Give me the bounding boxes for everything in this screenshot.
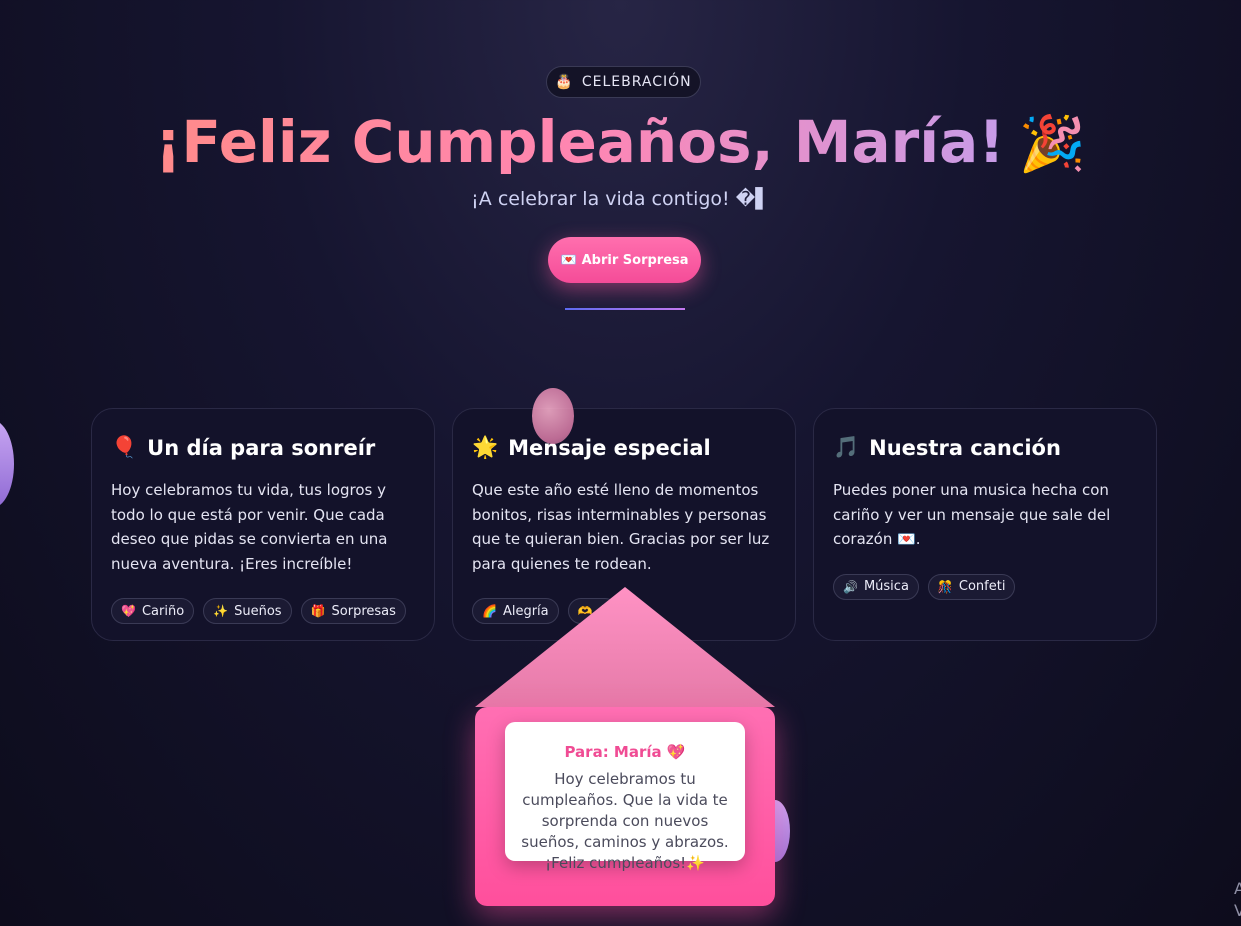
tag-label: Música bbox=[863, 579, 909, 595]
cake-icon: 🎂 bbox=[555, 74, 574, 90]
gift-icon: 🎁 bbox=[310, 604, 326, 619]
page-subtitle: ¡A celebrar la vida contigo! �▌ bbox=[471, 188, 770, 210]
card-title-text: Un día para sonreír bbox=[147, 435, 376, 460]
tag-list: 💖 Cariño ✨ Sueños 🎁 Sorpresas bbox=[111, 598, 415, 625]
love-letter-icon: 💌 bbox=[560, 252, 577, 268]
sparkles-icon: ✨ bbox=[213, 604, 229, 619]
card-our-song: 🎵 Nuestra canción Puedes poner una music… bbox=[813, 408, 1157, 641]
confetti-button[interactable]: 🎊 Confeti bbox=[927, 573, 1016, 600]
music-toggle-button[interactable]: 🔊 Música bbox=[833, 573, 919, 600]
tag-carino: 💖 Cariño bbox=[111, 598, 195, 625]
card-body: Puedes poner una musica hecha con cariño… bbox=[833, 481, 1111, 549]
card-body: Hoy celebramos tu vida, tus logros y tod… bbox=[111, 481, 388, 573]
corner-text: A V bbox=[1234, 879, 1241, 920]
balloon-decoration bbox=[532, 388, 574, 444]
speaker-icon: 🔊 bbox=[843, 579, 858, 594]
tag-label: Sorpresas bbox=[331, 603, 396, 619]
card-smile-day: 🎈 Un día para sonreír Hoy celebramos tu … bbox=[91, 408, 435, 641]
balloon-decoration bbox=[0, 420, 14, 508]
rainbow-icon: 🌈 bbox=[482, 604, 497, 619]
tag-sorpresas: 🎁 Sorpresas bbox=[300, 598, 406, 625]
card-title-text: Nuestra canción bbox=[869, 435, 1061, 460]
tag-label: Sueños bbox=[234, 603, 282, 619]
tag-suenos: ✨ Sueños bbox=[203, 598, 292, 625]
card-title: 🌟 Mensaje especial bbox=[472, 435, 776, 460]
tag-label: Confeti bbox=[958, 579, 1006, 595]
hero-divider bbox=[565, 308, 685, 310]
card-title: 🎵 Nuestra canción bbox=[833, 435, 1137, 460]
tag-label: Cariño bbox=[141, 603, 185, 619]
confetti-icon: 🎊 bbox=[937, 579, 953, 594]
tag-alegria: 🌈 Alegría bbox=[472, 598, 559, 625]
card-body: Que este año esté lleno de momentos boni… bbox=[472, 481, 770, 573]
tag-list: 🔊 Música 🎊 Confeti bbox=[833, 573, 1137, 600]
star-icon: 🌟 bbox=[472, 435, 499, 459]
letter-message: Hoy celebramos tu cumpleaños. Que la vid… bbox=[521, 770, 729, 872]
letter-recipient: Para: María 💖 bbox=[564, 743, 686, 761]
balloon-icon: 🎈 bbox=[111, 435, 138, 459]
badge-label: CELEBRACIÓN bbox=[581, 74, 692, 90]
card-title: 🎈 Un día para sonreír bbox=[111, 435, 415, 460]
open-surprise-label: Abrir Sorpresa bbox=[581, 252, 689, 268]
sparkling-heart-icon: 💖 bbox=[121, 604, 136, 619]
page-title-text: ¡Feliz Cumpleaños, María! bbox=[154, 108, 1005, 176]
page-title: ¡Feliz Cumpleaños, María! 🎉 bbox=[0, 108, 1241, 176]
celebration-badge: 🎂 CELEBRACIÓN bbox=[546, 66, 701, 98]
tag-label: Alegría bbox=[502, 603, 549, 619]
open-surprise-button[interactable]: 💌 Abrir Sorpresa bbox=[548, 237, 701, 283]
music-notes-icon: 🎵 bbox=[833, 435, 860, 459]
card-title-text: Mensaje especial bbox=[508, 435, 711, 460]
party-popper-icon: 🎉 bbox=[1018, 112, 1086, 175]
